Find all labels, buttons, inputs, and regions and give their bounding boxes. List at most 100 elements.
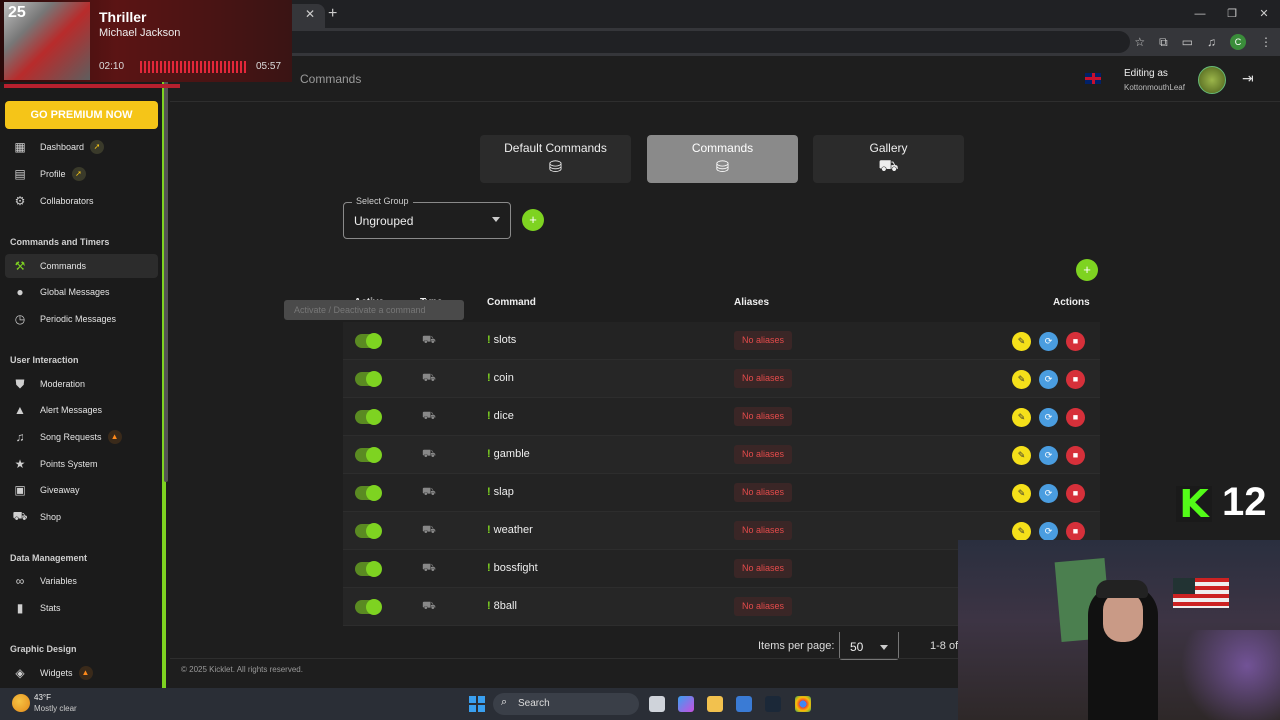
tab-gallery[interactable]: Gallery ⛟ bbox=[813, 135, 964, 183]
restore-icon[interactable]: ❐ bbox=[1216, 0, 1248, 28]
delete-icon[interactable]: ■ bbox=[1066, 484, 1085, 503]
duplicate-icon[interactable]: ⟳ bbox=[1039, 408, 1058, 427]
tab-commands[interactable]: Commands ⛁ bbox=[647, 135, 798, 183]
edit-icon[interactable]: ✎ bbox=[1012, 484, 1031, 503]
editing-as-label: Editing as bbox=[1124, 68, 1168, 79]
extensions-icon[interactable]: ⧉ bbox=[1159, 35, 1168, 50]
dashboard-icon: ▦ bbox=[14, 140, 26, 154]
browser-menu-icon[interactable]: ⋮ bbox=[1260, 35, 1272, 49]
sidebar-item-alert-messages[interactable]: ▲ Alert Messages bbox=[5, 398, 158, 422]
sidebar-item-commands[interactable]: ⚒ Commands bbox=[5, 254, 158, 278]
sidebar-item-dashboard[interactable]: ▦ Dashboard ➚ bbox=[5, 135, 158, 159]
avatar[interactable] bbox=[1198, 66, 1226, 94]
browser-profile-icon[interactable]: C bbox=[1230, 34, 1246, 50]
command-name: ! gamble bbox=[487, 448, 530, 460]
uk-flag-icon[interactable] bbox=[1085, 73, 1101, 84]
breadcrumb: Commands bbox=[300, 72, 362, 86]
command-prefix: ! bbox=[487, 600, 491, 612]
file-explorer-icon[interactable] bbox=[707, 696, 723, 712]
active-toggle[interactable] bbox=[355, 485, 382, 501]
duplicate-icon[interactable]: ⟳ bbox=[1039, 370, 1058, 389]
sidebar-item-widgets[interactable]: ◈ Widgets ▲ bbox=[5, 661, 158, 685]
command-prefix: ! bbox=[487, 448, 491, 460]
active-toggle[interactable] bbox=[355, 447, 382, 463]
sidebar-item-collaborators[interactable]: ⚙ Collaborators bbox=[5, 189, 158, 213]
duplicate-icon[interactable]: ⟳ bbox=[1039, 522, 1058, 541]
go-premium-button[interactable]: GO PREMIUM NOW bbox=[5, 101, 158, 129]
aliases-badge: No aliases bbox=[734, 331, 793, 350]
close-tab-icon[interactable]: ✕ bbox=[305, 7, 315, 21]
command-prefix: ! bbox=[487, 334, 491, 346]
edit-icon[interactable]: ✎ bbox=[1012, 408, 1031, 427]
task-view-icon[interactable] bbox=[649, 696, 665, 712]
sidebar-item-profile[interactable]: ▤ Profile ➚ bbox=[5, 162, 158, 186]
add-command-button[interactable]: + bbox=[1076, 259, 1098, 281]
active-toggle[interactable] bbox=[355, 371, 382, 387]
kick-logo-icon: K bbox=[1176, 485, 1212, 523]
sidebar-scrollbar[interactable] bbox=[164, 62, 168, 482]
sidebar-item-label: Dashboard bbox=[40, 142, 85, 152]
windows-start-icon[interactable] bbox=[469, 696, 485, 712]
aliases-badge: No aliases bbox=[734, 521, 793, 540]
logout-icon[interactable]: ⇥ bbox=[1242, 70, 1254, 87]
active-toggle[interactable] bbox=[355, 333, 382, 349]
table-row: ⛟! slots No aliases ✎ ⟳ ■ bbox=[343, 322, 1100, 360]
copilot-icon[interactable] bbox=[678, 696, 694, 712]
database-check-icon: ⛁ bbox=[715, 159, 730, 176]
edit-icon[interactable]: ✎ bbox=[1012, 522, 1031, 541]
clock-icon: ◷ bbox=[14, 312, 26, 326]
cart-icon: ⛟ bbox=[422, 562, 436, 574]
delete-icon[interactable]: ■ bbox=[1066, 332, 1085, 351]
sidebar-item-giveaway[interactable]: ▣ Giveaway bbox=[5, 478, 158, 502]
media-icon[interactable]: ♫ bbox=[1207, 35, 1216, 49]
add-group-button[interactable]: + bbox=[522, 209, 544, 231]
new-tab-icon[interactable]: + bbox=[328, 5, 337, 23]
edit-icon[interactable]: ✎ bbox=[1012, 446, 1031, 465]
track-waveform bbox=[140, 61, 248, 73]
steam-icon[interactable] bbox=[765, 696, 781, 712]
sidebar-item-variables[interactable]: ∞ Variables bbox=[5, 569, 158, 593]
active-toggle[interactable] bbox=[355, 599, 382, 615]
sidebar-item-moderation[interactable]: ⛊ Moderation bbox=[5, 372, 158, 396]
command-text: gamble bbox=[493, 448, 530, 460]
tab-default-commands[interactable]: Default Commands ⛁ bbox=[480, 135, 631, 183]
edit-icon[interactable]: ✎ bbox=[1012, 370, 1031, 389]
delete-icon[interactable]: ■ bbox=[1066, 446, 1085, 465]
taskbar-search[interactable]: ⌕ Search bbox=[493, 693, 639, 715]
aliases-badge: No aliases bbox=[734, 369, 793, 388]
group-select[interactable]: Select Group Ungrouped bbox=[343, 196, 511, 239]
chrome-icon[interactable] bbox=[795, 696, 811, 712]
edit-icon[interactable]: ✎ bbox=[1012, 332, 1031, 351]
duplicate-icon[interactable]: ⟳ bbox=[1039, 484, 1058, 503]
sidebar-item-label: Alert Messages bbox=[40, 405, 103, 415]
star-icon: ★ bbox=[14, 457, 26, 471]
url-field[interactable] bbox=[180, 31, 1130, 53]
cast-icon[interactable]: ▭ bbox=[1182, 35, 1193, 49]
minimize-icon[interactable]: — bbox=[1184, 0, 1216, 28]
aliases-badge: No aliases bbox=[734, 445, 793, 464]
items-per-page-select[interactable]: 50 bbox=[839, 632, 899, 660]
wall-flag bbox=[1173, 578, 1229, 608]
sidebar-item-periodic-messages[interactable]: ◷ Periodic Messages bbox=[5, 307, 158, 331]
delete-icon[interactable]: ■ bbox=[1066, 370, 1085, 389]
sidebar-item-stats[interactable]: ▮ Stats bbox=[5, 596, 158, 620]
sidebar-item-points-system[interactable]: ★ Points System bbox=[5, 452, 158, 476]
close-window-icon[interactable]: ✕ bbox=[1248, 0, 1280, 28]
sidebar-item-shop[interactable]: ⛟ Shop bbox=[5, 505, 158, 529]
active-toggle[interactable] bbox=[355, 409, 382, 425]
duplicate-icon[interactable]: ⟳ bbox=[1039, 332, 1058, 351]
sidebar-item-song-requests[interactable]: ♫ Song Requests ▲ bbox=[5, 425, 158, 449]
table-row: ⛟! slap No aliases ✎ ⟳ ■ bbox=[343, 474, 1100, 512]
active-toggle[interactable] bbox=[355, 523, 382, 539]
sidebar-item-global-messages[interactable]: ● Global Messages bbox=[5, 280, 158, 304]
store-icon[interactable] bbox=[736, 696, 752, 712]
active-toggle[interactable] bbox=[355, 561, 382, 577]
duplicate-icon[interactable]: ⟳ bbox=[1039, 446, 1058, 465]
delete-icon[interactable]: ■ bbox=[1066, 408, 1085, 427]
delete-icon[interactable]: ■ bbox=[1066, 522, 1085, 541]
sidebar-item-label: Profile bbox=[40, 169, 66, 179]
command-prefix: ! bbox=[487, 372, 491, 384]
weather-icon[interactable] bbox=[12, 694, 30, 712]
command-name: ! bossfight bbox=[487, 562, 538, 574]
bookmark-star-icon[interactable]: ☆ bbox=[1134, 35, 1145, 49]
